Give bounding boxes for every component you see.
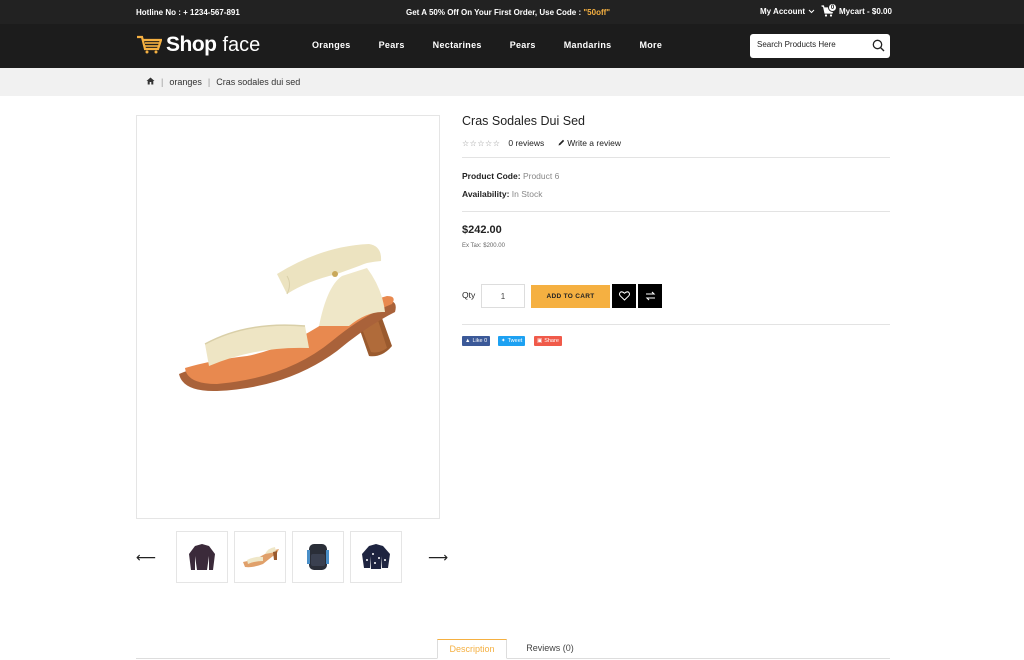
- product-price: $242.00: [462, 224, 502, 236]
- thumbnail-sandal[interactable]: [234, 531, 286, 583]
- share-icon: ▣: [537, 338, 543, 344]
- breadcrumb-item-oranges[interactable]: oranges: [169, 77, 202, 87]
- reviews-link[interactable]: 0 reviews: [508, 138, 544, 148]
- chevron-down-icon: [808, 7, 815, 16]
- product-title: Cras Sodales Dui Sed: [462, 114, 585, 128]
- compare-button[interactable]: [638, 284, 662, 308]
- nav-item-pears[interactable]: Pears: [379, 40, 405, 50]
- quantity-input[interactable]: [481, 284, 525, 308]
- main-header: Shop face Oranges Pears Nectarines Pears…: [0, 24, 1024, 68]
- qty-label: Qty: [462, 290, 476, 300]
- cart-icon: 0: [821, 3, 837, 18]
- product-code-row: Product Code: Product 6: [462, 171, 559, 181]
- cart-total-label: Mycart - $0.00: [839, 7, 892, 16]
- search-box: [750, 34, 890, 58]
- twitter-icon: ✦: [501, 338, 506, 344]
- tab-description[interactable]: Description: [437, 639, 507, 659]
- nav-item-more[interactable]: More: [639, 40, 662, 50]
- share-label: Share: [544, 338, 559, 344]
- search-icon[interactable]: [872, 39, 885, 55]
- hotline-text: Hotline No : + 1234-567-891: [136, 8, 240, 17]
- tabs-divider: [136, 658, 890, 659]
- facebook-like-button[interactable]: ▲ Like 0: [462, 336, 491, 346]
- promo-code: "50off": [583, 8, 611, 17]
- basket-logo-icon: [136, 34, 163, 57]
- rating-row: ☆☆☆☆☆ 0 reviews Write a review: [462, 138, 621, 148]
- breadcrumb-bar: | oranges | Cras sodales dui sed: [0, 68, 1024, 96]
- product-code-value: Product 6: [522, 171, 560, 181]
- nav-item-oranges[interactable]: Oranges: [312, 40, 351, 50]
- availability-row: Availability: In Stock: [462, 189, 543, 199]
- availability-value: In Stock: [511, 189, 543, 199]
- thumbnail-carousel: ⟵ ⟶: [136, 531, 448, 583]
- compare-icon: [645, 289, 656, 304]
- ex-tax-price: Ex Tax: $200.00: [462, 243, 505, 249]
- site-logo[interactable]: Shop face: [136, 33, 260, 57]
- pencil-icon: [558, 138, 565, 148]
- my-account-label: My Account: [760, 7, 806, 16]
- availability-label: Availability:: [462, 189, 510, 199]
- thumbs-up-icon: ▲: [465, 338, 471, 344]
- logo-shop-text: Shop: [166, 33, 217, 56]
- heart-icon: [618, 289, 630, 304]
- add-to-cart-button[interactable]: ADD TO CART: [531, 285, 610, 308]
- thumbnail-jacket[interactable]: [176, 531, 228, 583]
- divider: [462, 211, 890, 212]
- logo-face-text: face: [222, 33, 261, 56]
- arrow-left-icon[interactable]: ⟵: [136, 549, 156, 566]
- wishlist-button[interactable]: [612, 284, 636, 308]
- arrow-right-icon[interactable]: ⟶: [428, 549, 448, 566]
- star-rating: ☆☆☆☆☆: [462, 138, 501, 148]
- main-nav: Oranges Pears Nectarines Pears Mandarins…: [312, 40, 662, 50]
- mini-cart[interactable]: 0 Mycart - $0.00: [821, 3, 892, 18]
- top-bar: Hotline No : + 1234-567-891 Get A 50% Of…: [0, 0, 1024, 24]
- sandal-image: [179, 244, 396, 392]
- promo-banner: Get A 50% Off On Your First Order, Use C…: [406, 8, 610, 17]
- cart-count-badge: 0: [828, 3, 837, 12]
- nav-item-mandarins[interactable]: Mandarins: [564, 40, 612, 50]
- thumbnail-backpack[interactable]: [292, 531, 344, 583]
- divider: [462, 324, 890, 325]
- breadcrumb-separator: |: [207, 77, 211, 87]
- tweet-label: Tweet: [507, 338, 523, 344]
- breadcrumb-separator: |: [161, 77, 164, 87]
- product-code-label: Product Code:: [462, 171, 521, 181]
- tab-reviews[interactable]: Reviews (0): [520, 639, 580, 659]
- breadcrumb: | oranges | Cras sodales dui sed: [146, 77, 300, 87]
- tweet-button[interactable]: ✦ Tweet: [498, 336, 526, 346]
- my-account-menu[interactable]: My Account: [760, 7, 815, 16]
- promo-text: Get A 50% Off On Your First Order, Use C…: [406, 8, 584, 17]
- nav-item-nectarines[interactable]: Nectarines: [433, 40, 482, 50]
- facebook-like-label: Like 0: [472, 338, 488, 344]
- thumbnail-printed-jacket[interactable]: [350, 531, 402, 583]
- nav-item-pears-2[interactable]: Pears: [510, 40, 536, 50]
- write-review-label: Write a review: [567, 138, 621, 148]
- share-button[interactable]: ▣ Share: [534, 336, 562, 346]
- search-input[interactable]: [757, 40, 867, 49]
- divider: [462, 157, 890, 158]
- main-product-image[interactable]: [136, 115, 440, 519]
- write-review-link[interactable]: Write a review: [558, 138, 621, 148]
- home-icon[interactable]: [146, 77, 155, 87]
- breadcrumb-item-current[interactable]: Cras sodales dui sed: [216, 77, 300, 87]
